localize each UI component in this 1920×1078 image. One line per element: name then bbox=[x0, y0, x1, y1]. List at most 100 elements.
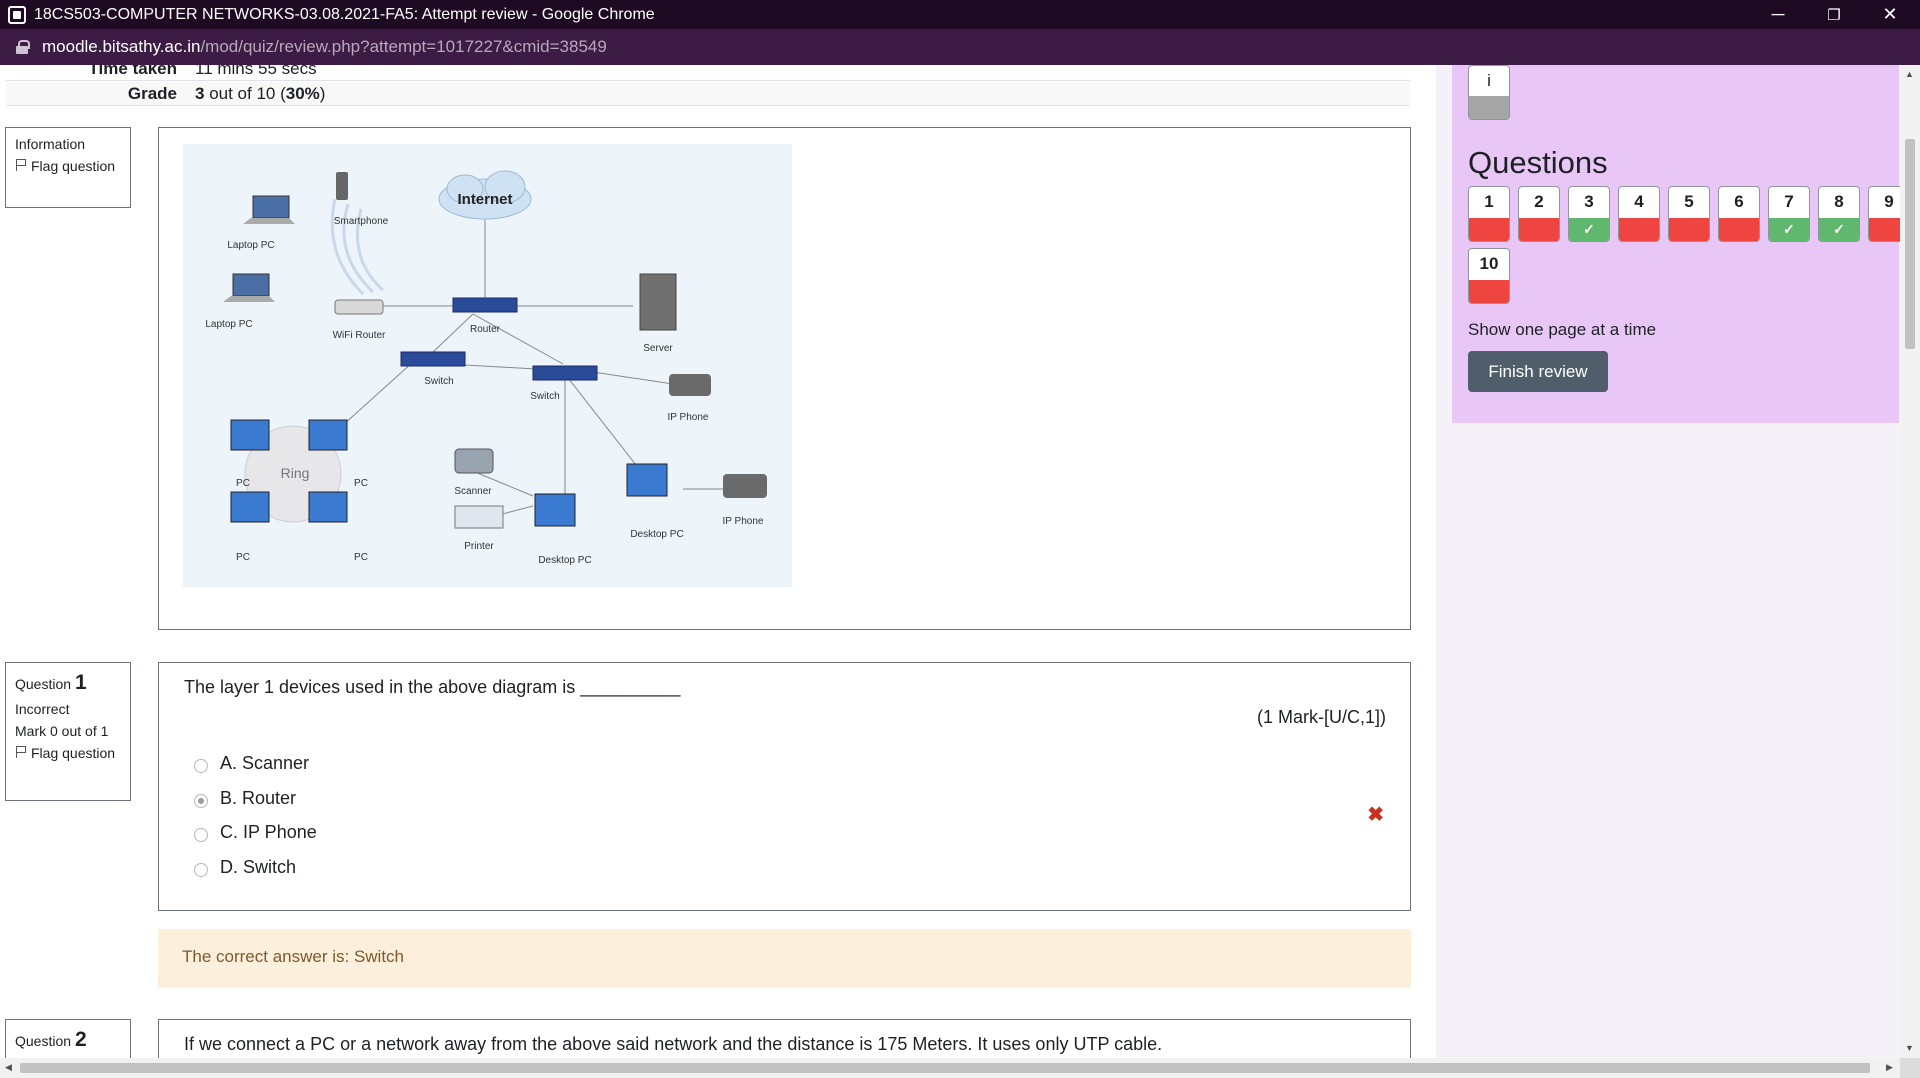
check-icon: ✓ bbox=[1769, 218, 1809, 241]
label-router: Router bbox=[470, 324, 501, 335]
label-pc3: PC bbox=[236, 552, 250, 563]
vertical-scrollbar[interactable]: ▲ ▼ bbox=[1900, 65, 1920, 1058]
close-button[interactable]: ✕ bbox=[1862, 0, 1918, 29]
url-text[interactable]: moodle.bitsathy.ac.in/mod/quiz/review.ph… bbox=[42, 37, 607, 57]
nav-button-question-10[interactable]: 10 bbox=[1468, 248, 1510, 304]
laptop-icon bbox=[243, 195, 295, 224]
label-internet: Internet bbox=[457, 191, 512, 208]
scroll-up-arrow-icon[interactable]: ▲ bbox=[1905, 69, 1914, 79]
network-diagram-svg: Internet Smartphone Laptop PC Laptop PC … bbox=[205, 170, 767, 566]
nav-button-question-4[interactable]: 4 bbox=[1618, 186, 1660, 242]
radio-button[interactable] bbox=[194, 793, 208, 808]
question-1-content: The layer 1 devices used in the above di… bbox=[158, 662, 1411, 911]
nav-button-label: 10 bbox=[1479, 254, 1499, 273]
radio-button[interactable] bbox=[194, 827, 208, 842]
summary-value: 11 mins 55 secs bbox=[195, 65, 317, 78]
grade-percent: 30% bbox=[285, 83, 320, 103]
label-laptop1: Laptop PC bbox=[227, 240, 274, 251]
label-scanner: Scanner bbox=[454, 486, 492, 497]
answer-option-d[interactable]: D. Switch bbox=[194, 857, 296, 878]
minimize-button[interactable]: ─ bbox=[1750, 0, 1806, 29]
nav-button-question-9[interactable]: 9 bbox=[1868, 186, 1900, 242]
nav-button-question-2[interactable]: 2 bbox=[1518, 186, 1560, 242]
label-desktop2: Desktop PC bbox=[630, 529, 683, 540]
check-icon: ✓ bbox=[1819, 218, 1859, 241]
answer-option-a[interactable]: A. Scanner bbox=[194, 753, 309, 774]
flag-icon[interactable] bbox=[15, 746, 27, 758]
nav-button-info[interactable]: i bbox=[1468, 65, 1510, 120]
nav-button-state bbox=[1469, 280, 1509, 303]
radio-button[interactable] bbox=[194, 862, 208, 877]
summary-label: Grade bbox=[127, 83, 177, 103]
label-ipphone1: IP Phone bbox=[668, 412, 709, 423]
information-label: Information bbox=[15, 136, 86, 152]
nav-button-question-3[interactable]: 3 ✓ bbox=[1568, 186, 1610, 242]
scanner-icon bbox=[454, 448, 494, 474]
horizontal-scrollbar[interactable]: ◀ ▶ bbox=[0, 1058, 1900, 1078]
scroll-left-arrow-icon[interactable]: ◀ bbox=[5, 1062, 12, 1073]
question-number: Question 1 bbox=[15, 671, 121, 695]
window-title: 18CS503-COMPUTER NETWORKS-03.08.2021-FA5… bbox=[34, 5, 655, 23]
printer-icon bbox=[454, 505, 504, 529]
incorrect-icon: ✖ bbox=[1367, 804, 1384, 826]
restore-button[interactable]: ❐ bbox=[1806, 0, 1862, 29]
radio-button[interactable] bbox=[194, 758, 208, 773]
label-ring: Ring bbox=[281, 465, 310, 481]
lock-icon[interactable] bbox=[16, 40, 30, 54]
nav-button-state bbox=[1469, 218, 1509, 241]
url-host: moodle.bitsathy.ac.in bbox=[42, 37, 201, 56]
flag-icon[interactable] bbox=[15, 159, 27, 171]
label-pc1: PC bbox=[236, 478, 250, 489]
window-titlebar: 18CS503-COMPUTER NETWORKS-03.08.2021-FA5… bbox=[0, 0, 1920, 29]
question-2-content: If we connect a PC or a network away fro… bbox=[158, 1019, 1411, 1058]
nav-button-label: 1 bbox=[1484, 192, 1494, 211]
label-pc4: PC bbox=[354, 552, 368, 563]
question-text: If we connect a PC or a network away fro… bbox=[184, 1034, 1163, 1054]
label-ipphone2: IP Phone bbox=[723, 516, 764, 527]
flag-label[interactable]: Flag question bbox=[31, 745, 115, 761]
summary-label: Time taken bbox=[88, 65, 177, 78]
nav-button-question-5[interactable]: 5 bbox=[1668, 186, 1710, 242]
nav-button-label: 4 bbox=[1634, 192, 1644, 211]
address-bar[interactable]: moodle.bitsathy.ac.in/mod/quiz/review.ph… bbox=[0, 29, 1920, 65]
ip-phone-icon bbox=[723, 474, 767, 498]
page-content: Time taken 11 mins 55 secs Grade 3 out o… bbox=[0, 65, 1900, 1058]
check-icon: ✓ bbox=[1569, 218, 1609, 241]
flag-label[interactable]: Flag question bbox=[31, 158, 115, 174]
switch-icon bbox=[400, 351, 466, 367]
answer-option-b[interactable]: B. Router bbox=[194, 788, 296, 809]
label-pc2: PC bbox=[354, 478, 368, 489]
nav-button-label: 2 bbox=[1534, 192, 1544, 211]
correct-answer-feedback: The correct answer is: Switch bbox=[158, 929, 1411, 988]
answer-option-c[interactable]: C. IP Phone bbox=[194, 822, 317, 843]
flag-question-link[interactable]: Flag question bbox=[15, 158, 121, 174]
ip-phone-icon bbox=[669, 374, 711, 396]
scroll-right-arrow-icon[interactable]: ▶ bbox=[1886, 1062, 1893, 1073]
nav-button-label: 8 bbox=[1834, 192, 1844, 211]
question-1-info: Question 1 Incorrect Mark 0 out of 1 Fla… bbox=[5, 662, 131, 801]
finish-review-button[interactable]: Finish review bbox=[1468, 351, 1608, 392]
horizontal-scroll-thumb[interactable] bbox=[20, 1063, 1870, 1073]
nav-button-question-8[interactable]: 8 ✓ bbox=[1818, 186, 1860, 242]
url-path: /mod/quiz/review.php?attempt=1017227&cmi… bbox=[200, 37, 607, 56]
questions-heading: Questions bbox=[1468, 145, 1608, 180]
chrome-app-icon bbox=[8, 5, 26, 24]
nav-button-question-7[interactable]: 7 ✓ bbox=[1768, 186, 1810, 242]
nav-button-label: 6 bbox=[1734, 192, 1744, 211]
nav-button-label: i bbox=[1487, 71, 1491, 90]
vertical-scroll-thumb[interactable] bbox=[1905, 139, 1915, 349]
flag-question-link[interactable]: Flag question bbox=[15, 745, 121, 761]
show-one-page-link[interactable]: Show one page at a time bbox=[1468, 320, 1656, 340]
question-number: Question 2 bbox=[15, 1028, 121, 1052]
desktop-icon bbox=[626, 463, 668, 497]
nav-button-question-1[interactable]: 1 bbox=[1468, 186, 1510, 242]
information-block: Information Flag question bbox=[5, 127, 131, 208]
smartphone-icon bbox=[336, 172, 348, 200]
scroll-down-arrow-icon[interactable]: ▼ bbox=[1905, 1043, 1914, 1053]
nav-button-state bbox=[1869, 218, 1900, 241]
label-laptop2: Laptop PC bbox=[205, 319, 252, 330]
option-label: D. Switch bbox=[220, 857, 297, 877]
server-icon bbox=[639, 273, 677, 331]
nav-button-question-6[interactable]: 6 bbox=[1718, 186, 1760, 242]
question-status: Incorrect bbox=[15, 701, 70, 717]
